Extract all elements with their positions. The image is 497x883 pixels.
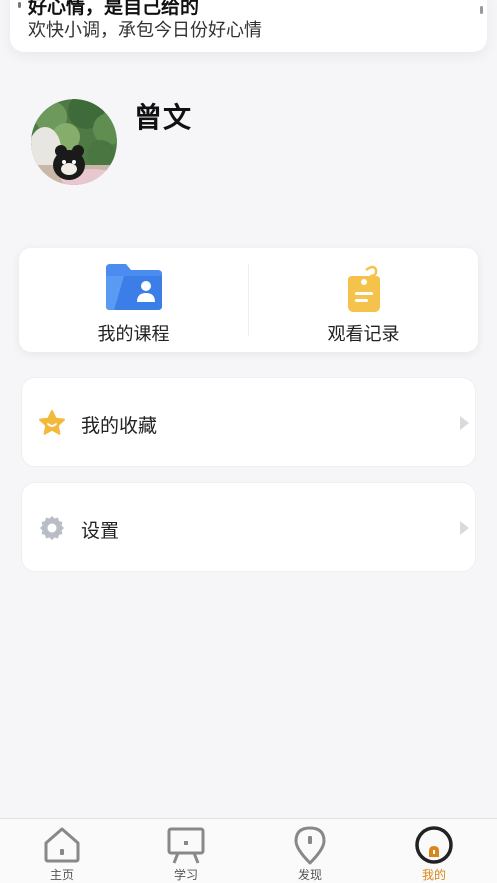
study-board-icon	[167, 827, 205, 864]
my-courses-label: 我的课程	[97, 324, 170, 345]
tab-home[interactable]: 主页	[0, 819, 124, 883]
bottom-tab-bar: 主页 学习 发现 我的	[0, 818, 497, 883]
tab-discover[interactable]: 发现	[248, 819, 372, 883]
tag-history-icon	[344, 262, 384, 318]
profile-icon	[415, 826, 453, 864]
favorites-label: 我的收藏	[81, 415, 158, 437]
chevron-right-icon	[460, 521, 469, 535]
banner-right-handle	[480, 6, 483, 14]
gear-icon	[38, 514, 66, 542]
location-pin-icon	[294, 826, 326, 865]
settings-row[interactable]: 设置	[21, 482, 476, 572]
tab-discover-label: 发现	[297, 868, 322, 882]
user-name: 曾文	[134, 101, 193, 134]
chevron-right-icon	[460, 416, 469, 430]
avatar[interactable]	[31, 99, 117, 185]
quick-actions-card: 我的课程 观看记录	[19, 248, 478, 352]
settings-label: 设置	[81, 520, 120, 542]
notification-banner[interactable]: 好心情，是自己给的 欢快小调，承包今日份好心情	[10, 0, 487, 52]
avatar-image	[31, 99, 117, 185]
banner-left-handle	[18, 2, 21, 8]
folder-user-icon	[104, 262, 164, 316]
home-icon	[44, 827, 80, 863]
my-courses-button[interactable]: 我的课程	[19, 248, 248, 352]
tab-mine-label: 我的	[421, 868, 446, 882]
watch-history-label: 观看记录	[327, 324, 400, 345]
tab-home-label: 主页	[49, 868, 74, 882]
watch-history-button[interactable]: 观看记录	[249, 248, 478, 352]
tab-study-label: 学习	[173, 868, 198, 882]
star-icon	[38, 409, 66, 437]
notification-body: 欢快小调，承包今日份好心情	[28, 20, 262, 41]
tab-mine[interactable]: 我的	[372, 819, 496, 883]
tab-study[interactable]: 学习	[124, 819, 248, 883]
favorites-row[interactable]: 我的收藏	[21, 377, 476, 467]
profile-page: 好心情，是自己给的 欢快小调，承包今日份好心情 曾文 我的课程 观看记录 我的收…	[0, 0, 497, 883]
